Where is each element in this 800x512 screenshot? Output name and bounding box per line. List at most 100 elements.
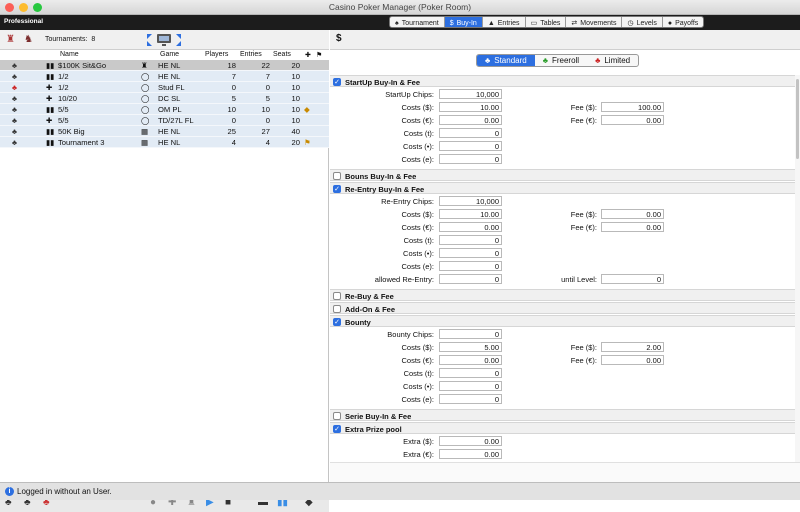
tab-movements[interactable]: ⇄ Movements — [566, 17, 623, 27]
field-input[interactable]: 0 — [439, 329, 502, 339]
field-input[interactable]: 0 — [439, 261, 502, 271]
field-input[interactable]: 0.00 — [601, 209, 664, 219]
tournament-row[interactable]: ♣ ▮▮ 1/2 ◯ HE NL 7 7 10 — [0, 71, 329, 82]
tournament-name: 1/2 — [58, 72, 69, 81]
field-input[interactable]: 0 — [439, 248, 502, 258]
section-title: Serie Buy-In & Fee — [345, 412, 412, 421]
tournament-seats: 40 — [291, 127, 300, 136]
tournament-list-pane: ♜ ♞ Tournaments: 8 Name Game Players Ent… — [0, 30, 329, 512]
zoom-window-button[interactable] — [33, 3, 42, 12]
tournament-row[interactable]: ♣ ▮▮ 5/5 ◯ OM PL 10 10 10 ◆ — [0, 104, 329, 115]
tournament-entries: 4 — [265, 138, 270, 147]
tournament-entries: 0 — [265, 116, 270, 125]
poker-table-icon[interactable]: ♜ — [6, 34, 15, 45]
field-input[interactable]: 0.00 — [439, 436, 502, 446]
field-input[interactable]: 0.00 — [601, 115, 664, 125]
column-seats[interactable]: Seats — [273, 51, 291, 58]
clock-icon: ◷ — [627, 19, 634, 27]
field-input[interactable]: 0 — [601, 274, 664, 284]
field-input[interactable]: 0.00 — [601, 222, 664, 232]
field-input[interactable]: 0.00 — [439, 355, 502, 365]
tournament-entries: 5 — [265, 94, 270, 103]
field-input[interactable]: 0 — [439, 141, 502, 151]
field-label: Costs (e): — [401, 262, 434, 271]
section-add-on-fee: Add-On & Fee — [330, 302, 795, 314]
field-input[interactable]: 10,000 — [439, 196, 502, 206]
tournament-row[interactable]: ♣ ✚ 5/5 ◯ TD/27L FL 0 0 10 — [0, 115, 329, 126]
display-monitor-icon[interactable] — [144, 31, 184, 49]
mode-standard[interactable]: ♣ Standard — [477, 55, 535, 66]
tab-buyin[interactable]: $ Buy-In — [444, 17, 483, 27]
field-input[interactable]: 0 — [439, 368, 502, 378]
field-input[interactable]: 10.00 — [439, 102, 502, 112]
column-entries[interactable]: Entries — [240, 51, 262, 58]
tab-tournament[interactable]: ♠ Tournament — [390, 17, 445, 27]
vertical-scrollbar[interactable] — [795, 75, 800, 482]
club-icon: ♣ — [595, 56, 601, 65]
field-input[interactable]: 0 — [439, 128, 502, 138]
field-input[interactable]: 100.00 — [601, 102, 664, 112]
tournament-toolbar: ♜ ♞ Tournaments: 8 — [0, 30, 329, 50]
chair-icon[interactable]: ♞ — [24, 34, 33, 45]
field-input[interactable]: 5.00 — [439, 342, 502, 352]
section-checkbox[interactable] — [333, 292, 341, 300]
mode-freeroll[interactable]: ♣ Freeroll — [535, 55, 587, 66]
field-input[interactable]: 0.00 — [439, 449, 502, 459]
field-label: Costs (•): — [403, 249, 434, 258]
field-label: Re-Entry Chips: — [381, 197, 434, 206]
right-bottom-bar — [330, 462, 800, 482]
field-input[interactable]: 0 — [439, 274, 502, 284]
field-input[interactable]: 0.00 — [601, 355, 664, 365]
tab-payoffs[interactable]: ● Payoffs — [663, 17, 703, 27]
club-icon: ♣ — [542, 56, 548, 65]
field-input[interactable]: 10.00 — [439, 209, 502, 219]
scrollbar-thumb[interactable] — [796, 79, 799, 159]
section-checkbox[interactable] — [333, 172, 341, 180]
tournament-players: 5 — [231, 94, 236, 103]
mode-label: Freeroll — [551, 56, 580, 65]
column-name[interactable]: Name — [60, 51, 79, 58]
tournament-game: DC SL — [158, 94, 181, 103]
dollar-icon: $ — [449, 19, 454, 27]
tournament-game: Stud FL — [158, 83, 185, 92]
tournament-row[interactable]: ♣ ✚ 1/2 ◯ Stud FL 0 0 10 — [0, 82, 329, 93]
field-label: Extra (€): — [403, 450, 434, 459]
field-input[interactable]: 0.00 — [439, 222, 502, 232]
section-title: Add-On & Fee — [345, 305, 395, 314]
field-input[interactable]: 10,000 — [439, 89, 502, 99]
section-checkbox[interactable]: ✓ — [333, 78, 341, 86]
tournament-row[interactable]: ♣ ▮▮ 50K Big ▦ HE NL 25 27 40 — [0, 126, 329, 137]
section-checkbox[interactable] — [333, 305, 341, 313]
tournament-row[interactable]: ♣ ▮▮ $100K Sit&Go ♜ HE NL 18 22 20 — [0, 60, 329, 71]
tab-tables[interactable]: ▭ Tables — [526, 17, 567, 27]
game-type-icon: ▦ — [141, 138, 149, 147]
close-window-button[interactable] — [5, 3, 14, 12]
minimize-window-button[interactable] — [19, 3, 28, 12]
section-checkbox[interactable]: ✓ — [333, 185, 341, 193]
section-checkbox[interactable]: ✓ — [333, 318, 341, 326]
tab-levels[interactable]: ◷ Levels — [622, 17, 663, 27]
column-players[interactable]: Players — [205, 51, 228, 58]
field-input[interactable]: 2.00 — [601, 342, 664, 352]
field-input[interactable]: 0.00 — [439, 115, 502, 125]
field-input[interactable]: 0 — [439, 154, 502, 164]
field-label: Costs (€): — [401, 223, 434, 232]
section-bouns-buy-in-fee: Bouns Buy-In & Fee — [330, 169, 795, 181]
tab-entries[interactable]: ▲ Entries — [483, 17, 526, 27]
field-label: Fee ($): — [570, 103, 597, 112]
field-input[interactable]: 0 — [439, 381, 502, 391]
mode-limited[interactable]: ♣ Limited — [587, 55, 638, 66]
tournament-row[interactable]: ♣ ▮▮ Tournament 3 ▦ HE NL 4 4 20 ⚑ — [0, 137, 329, 148]
person-icon: ▲ — [487, 19, 495, 27]
section-checkbox[interactable]: ✓ — [333, 425, 341, 433]
mode-label: Standard — [494, 56, 527, 65]
tournament-name: $100K Sit&Go — [58, 61, 107, 70]
tournament-game: HE NL — [158, 72, 181, 81]
buy-in-mode-selector: ♣ Standard ♣ Freeroll ♣ Limited — [476, 54, 640, 67]
column-game[interactable]: Game — [160, 51, 179, 58]
window-titlebar: Casino Poker Manager (Poker Room) — [0, 0, 800, 15]
tournament-row[interactable]: ♣ ✚ 10/20 ◯ DC SL 5 5 10 — [0, 93, 329, 104]
section-checkbox[interactable] — [333, 412, 341, 420]
field-input[interactable]: 0 — [439, 235, 502, 245]
field-input[interactable]: 0 — [439, 394, 502, 404]
